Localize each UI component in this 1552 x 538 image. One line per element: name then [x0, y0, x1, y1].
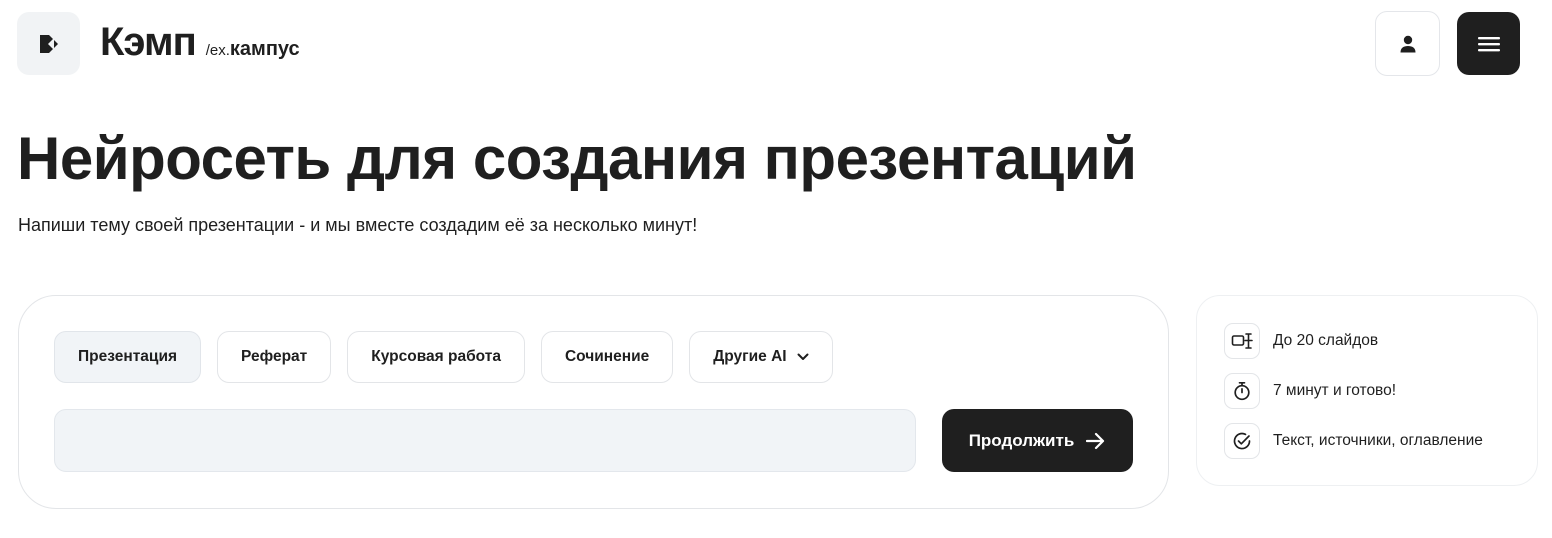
profile-button[interactable]	[1375, 11, 1440, 76]
feature-text: Текст, источники, оглавление	[1273, 432, 1483, 449]
continue-label: Продолжить	[968, 430, 1075, 450]
feature-text: 7 минут и готово!	[1273, 382, 1397, 399]
tab-label: Курсовая работа	[371, 348, 501, 365]
user-icon	[1400, 35, 1415, 52]
stopwatch-icon	[1224, 373, 1260, 409]
feature-item: До 20 слайдов	[1224, 323, 1537, 359]
tab-presentation[interactable]: Презентация	[54, 331, 202, 383]
tab-label: Другие AI	[713, 348, 787, 365]
tab-other-ai-dropdown[interactable]: Другие AI	[689, 331, 833, 383]
tab-label: Презентация	[78, 348, 178, 365]
topic-input[interactable]	[54, 409, 916, 472]
page: Кэмп /ex.кампус Нейросеть для создания п…	[0, 0, 1552, 538]
menu-button[interactable]	[1457, 12, 1520, 75]
slides-icon	[1224, 323, 1260, 359]
continue-button[interactable]: Продолжить	[942, 409, 1133, 472]
check-circle-icon	[1224, 423, 1260, 459]
tab-coursework[interactable]: Курсовая работа	[347, 331, 525, 383]
page-subtitle: Напиши тему своей презентации - и мы вме…	[18, 215, 698, 235]
brand-old-name: кампус	[229, 38, 300, 60]
tab-label: Сочинение	[564, 348, 650, 365]
arrow-right-icon	[1086, 432, 1105, 449]
tab-label: Реферат	[241, 348, 308, 365]
brand-name: Кэмп	[100, 20, 197, 64]
page-title: Нейросеть для создания презентаций	[17, 125, 1137, 192]
features-card: До 20 слайдов 7 минут и готово! Текст, и…	[1196, 295, 1538, 486]
logo-button[interactable]	[17, 12, 80, 75]
type-tabs: Презентация Реферат Курсовая работа Сочи…	[54, 331, 833, 383]
generator-card: Презентация Реферат Курсовая работа Сочи…	[18, 295, 1169, 509]
feature-item: Текст, источники, оглавление	[1224, 423, 1537, 459]
hamburger-icon	[1477, 36, 1500, 51]
feature-item: 7 минут и готово!	[1224, 373, 1537, 409]
brand-prefix: /ex.	[205, 42, 230, 59]
chevron-down-icon	[797, 353, 809, 360]
feature-text: До 20 слайдов	[1273, 332, 1379, 349]
k-logo-icon	[39, 34, 58, 53]
tab-essay-report[interactable]: Реферат	[217, 331, 332, 383]
brand[interactable]: Кэмп /ex.кампус	[100, 20, 300, 65]
brand-former-name: /ex.кампус	[206, 38, 300, 61]
tab-composition[interactable]: Сочинение	[540, 331, 674, 383]
